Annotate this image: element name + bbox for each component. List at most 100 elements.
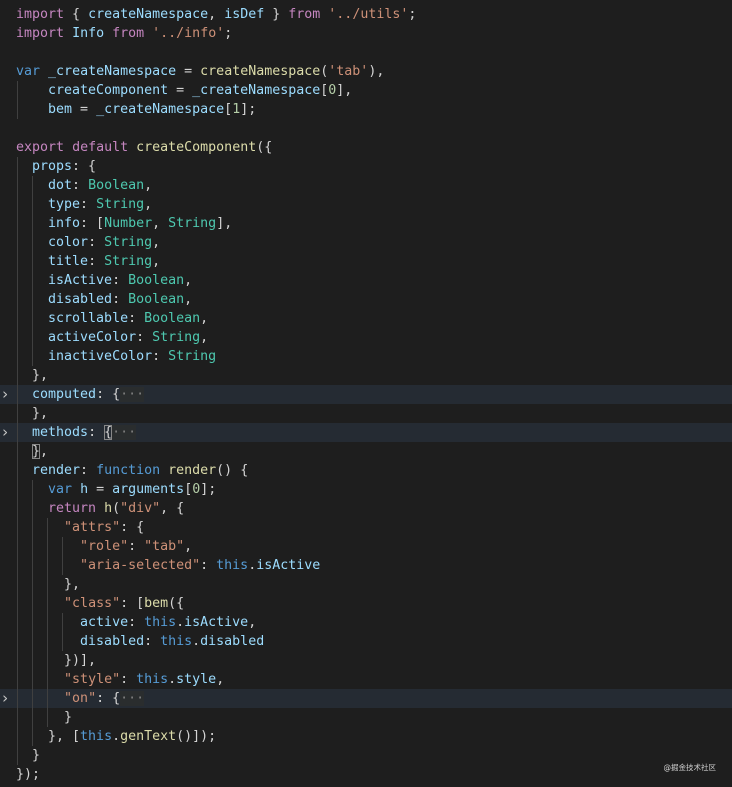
code-editor[interactable]: import { createNamespace, isDef } from '…: [0, 0, 732, 787]
code-text: var _createNamespace = createNamespace('…: [16, 62, 384, 81]
code-line[interactable]: },: [0, 442, 732, 461]
code-line[interactable]: import Info from '../info';: [0, 24, 732, 43]
code-token: disabled: [16, 634, 145, 649]
code-token: isActive: [256, 558, 321, 573]
code-line[interactable]: dot: Boolean,: [0, 176, 732, 195]
code-line[interactable]: [0, 119, 732, 138]
code-token: disabled: [16, 292, 113, 307]
code-token: ,: [248, 615, 257, 630]
code-line[interactable]: scrollable: Boolean,: [0, 309, 732, 328]
code-line[interactable]: });: [0, 765, 732, 784]
code-token: activeColor: [16, 330, 137, 345]
code-token: }: [16, 710, 73, 725]
code-text: export default createComponent({: [16, 138, 272, 157]
code-line[interactable]: › "on": {···: [0, 689, 732, 708]
code-token: createComponent: [16, 83, 169, 98]
code-token: isActive: [184, 615, 249, 630]
code-token: var: [16, 64, 41, 79]
code-line[interactable]: },: [0, 404, 732, 423]
code-line[interactable]: › methods: {···: [0, 423, 732, 442]
code-token: }: [264, 7, 289, 22]
code-token: ,: [216, 672, 225, 687]
code-token: ],: [336, 83, 353, 98]
code-line[interactable]: import { createNamespace, isDef } from '…: [0, 5, 732, 24]
code-token: this: [80, 729, 113, 744]
code-token: "on": [64, 691, 97, 706]
code-line[interactable]: › computed: {···: [0, 385, 732, 404]
code-token: methods: [16, 425, 89, 440]
code-line[interactable]: },: [0, 575, 732, 594]
folded-region-badge[interactable]: ···: [120, 691, 145, 706]
code-line[interactable]: },: [0, 366, 732, 385]
code-text: dot: Boolean,: [16, 176, 152, 195]
code-token: ,: [152, 216, 169, 231]
code-token: String: [96, 197, 145, 212]
code-line[interactable]: disabled: this.disabled: [0, 632, 732, 651]
code-line[interactable]: "role": "tab",: [0, 537, 732, 556]
code-line[interactable]: return h("div", {: [0, 499, 732, 518]
chevron-right-icon[interactable]: ›: [0, 385, 10, 404]
code-token: ;: [408, 7, 417, 22]
code-token: color: [16, 235, 89, 250]
code-token: }, [: [16, 729, 81, 744]
code-token: =: [72, 102, 97, 117]
code-token: props: [16, 159, 73, 174]
folded-region-badge[interactable]: ···: [120, 387, 145, 402]
code-line[interactable]: bem = _createNamespace[1];: [0, 100, 732, 119]
code-line[interactable]: isActive: Boolean,: [0, 271, 732, 290]
code-token: :: [144, 634, 161, 649]
code-line[interactable]: export default createComponent({: [0, 138, 732, 157]
folded-region-badge[interactable]: ···: [112, 425, 137, 440]
code-token: :: [128, 311, 145, 326]
code-token: '../utils': [328, 7, 409, 22]
code-token: [: [184, 482, 193, 497]
code-line[interactable]: color: String,: [0, 233, 732, 252]
code-line[interactable]: var _createNamespace = createNamespace('…: [0, 62, 732, 81]
code-line[interactable]: props: {: [0, 157, 732, 176]
code-line[interactable]: active: this.isActive,: [0, 613, 732, 632]
code-line[interactable]: title: String,: [0, 252, 732, 271]
code-token: =: [88, 482, 113, 497]
code-token: "aria-selected": [80, 558, 201, 573]
code-token: active: [16, 615, 129, 630]
code-line[interactable]: createComponent = _createNamespace[0],: [0, 81, 732, 100]
code-line[interactable]: }: [0, 708, 732, 727]
code-token: ),: [368, 64, 385, 79]
code-line[interactable]: "attrs": {: [0, 518, 732, 537]
code-line[interactable]: }: [0, 746, 732, 765]
code-token: String: [104, 235, 153, 250]
code-text: "style": this.style,: [16, 670, 224, 689]
code-line[interactable]: activeColor: String,: [0, 328, 732, 347]
code-line[interactable]: "aria-selected": this.isActive: [0, 556, 732, 575]
code-token: :: [88, 425, 105, 440]
code-token: "div": [120, 501, 161, 516]
code-text: computed: {···: [16, 385, 145, 404]
code-line[interactable]: var h = arguments[0];: [0, 480, 732, 499]
code-line[interactable]: info: [Number, String],: [0, 214, 732, 233]
code-text: createComponent = _createNamespace[0],: [16, 81, 352, 100]
code-line[interactable]: "style": this.style,: [0, 670, 732, 689]
code-token: , {: [160, 501, 185, 516]
code-line[interactable]: type: String,: [0, 195, 732, 214]
chevron-right-icon[interactable]: ›: [0, 689, 10, 708]
code-line[interactable]: disabled: Boolean,: [0, 290, 732, 309]
code-text: },: [16, 575, 80, 594]
code-line[interactable]: render: function render() {: [0, 461, 732, 480]
code-token: :: [200, 558, 217, 573]
code-line[interactable]: inactiveColor: String: [0, 347, 732, 366]
chevron-right-icon[interactable]: ›: [0, 423, 10, 442]
code-token: })],: [16, 653, 97, 668]
code-line[interactable]: "class": [bem({: [0, 594, 732, 613]
code-line[interactable]: })],: [0, 651, 732, 670]
code-line[interactable]: [0, 43, 732, 62]
code-token: String: [168, 216, 217, 231]
code-text: active: this.isActive,: [16, 613, 256, 632]
code-line[interactable]: }, [this.genText()]);: [0, 727, 732, 746]
code-token: createComponent: [136, 140, 257, 155]
